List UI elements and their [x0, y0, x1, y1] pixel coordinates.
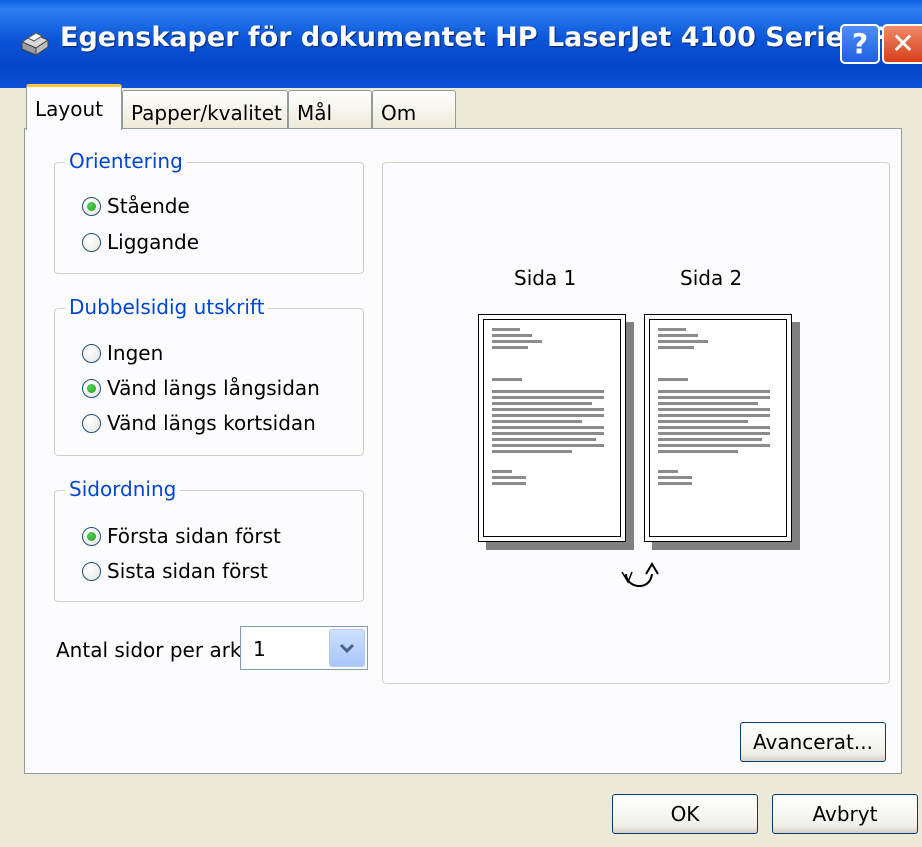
option-label: Sista sidan först — [107, 559, 268, 583]
option-label: Stående — [107, 194, 190, 218]
pages-per-sheet-value: 1 — [253, 637, 266, 661]
duplex-long-edge-option[interactable]: Vänd längs långsidan — [82, 376, 320, 400]
cancel-button[interactable]: Avbryt — [772, 794, 918, 834]
orientation-landscape-option[interactable]: Liggande — [82, 230, 199, 254]
option-label: Vänd längs långsidan — [107, 376, 320, 400]
page-1-label: Sida 1 — [514, 266, 577, 290]
tab-destination[interactable]: Mål — [288, 90, 372, 130]
orientation-legend: Orientering — [65, 149, 187, 173]
page-1-preview — [478, 314, 626, 542]
radio-checked-icon[interactable] — [82, 526, 101, 546]
duplex-none-option[interactable]: Ingen — [82, 341, 163, 365]
option-label: Första sidan först — [107, 524, 281, 548]
title-bar[interactable]: Egenskaper för dokumentet HP LaserJet 41… — [0, 0, 922, 88]
radio-checked-icon[interactable] — [82, 196, 101, 216]
layout-preview — [382, 162, 890, 684]
dropdown-button[interactable] — [329, 629, 365, 667]
duplex-legend: Dubbelsidig utskrift — [65, 295, 269, 319]
option-label: Vänd längs kortsidan — [107, 411, 316, 435]
printer-properties-dialog: Egenskaper för dokumentet HP LaserJet 41… — [0, 0, 922, 847]
page-order-first-option[interactable]: Första sidan först — [82, 524, 281, 548]
page-2-preview — [644, 314, 792, 542]
page-order-last-option[interactable]: Sista sidan först — [82, 559, 268, 583]
page-order-legend: Sidordning — [65, 477, 181, 501]
radio-unchecked-icon[interactable] — [82, 232, 101, 252]
printer-icon — [20, 32, 50, 56]
ok-button[interactable]: OK — [612, 794, 758, 834]
orientation-group: Orientering — [54, 149, 364, 274]
option-label: Ingen — [107, 341, 164, 365]
tab-about[interactable]: Om — [372, 90, 456, 130]
close-button[interactable]: ✕ — [882, 24, 922, 64]
radio-unchecked-icon[interactable] — [82, 561, 101, 581]
flip-arrow-icon — [621, 562, 659, 587]
option-label: Liggande — [107, 230, 200, 254]
page-2-label: Sida 2 — [680, 266, 743, 290]
window-title: Egenskaper för dokumentet HP LaserJet 41… — [60, 22, 922, 53]
help-button[interactable]: ? — [840, 24, 880, 64]
tab-layout[interactable]: Layout — [26, 84, 122, 130]
radio-checked-icon[interactable] — [82, 378, 101, 398]
chevron-down-icon — [339, 643, 355, 654]
orientation-portrait-option[interactable]: Stående — [82, 194, 190, 218]
pages-per-sheet-label: Antal sidor per ark: — [56, 638, 249, 662]
duplex-short-edge-option[interactable]: Vänd längs kortsidan — [82, 411, 316, 435]
radio-unchecked-icon[interactable] — [82, 343, 101, 363]
pages-per-sheet-select[interactable]: 1 — [240, 626, 368, 670]
radio-unchecked-icon[interactable] — [82, 413, 101, 433]
tab-paper-quality[interactable]: Papper/kvalitet — [122, 90, 288, 130]
advanced-button[interactable]: Avancerat... — [740, 722, 886, 762]
